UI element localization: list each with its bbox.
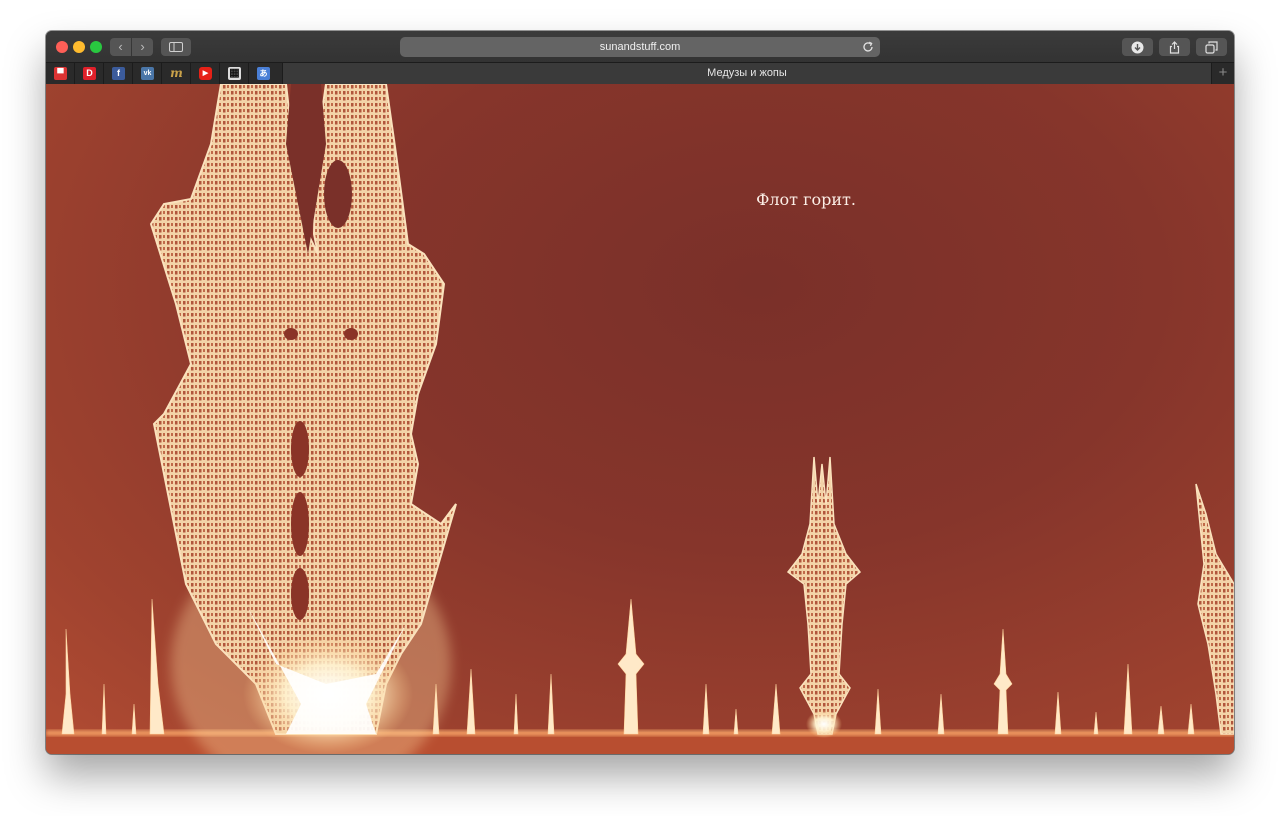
tabs-overview-icon (1205, 41, 1218, 54)
pinned-tab-facebook[interactable]: f (104, 63, 133, 84)
active-tab[interactable]: Медузы и жопы (283, 63, 1211, 84)
reload-icon[interactable] (861, 40, 875, 54)
page-caption: Флот горит. (756, 190, 856, 209)
browser-window: ‹ › sunandstuff.com ▀ D f vk m ▶ ▦ あ Мед… (46, 31, 1234, 754)
pinned-tab-vk[interactable]: vk (133, 63, 162, 84)
middle-fractal-tower (786, 456, 862, 738)
show-all-tabs-button[interactable] (1196, 38, 1227, 56)
address-bar[interactable]: sunandstuff.com (400, 37, 880, 57)
share-button[interactable] (1159, 38, 1190, 56)
meduza-icon: m (170, 66, 183, 80)
back-button[interactable]: ‹ (110, 38, 131, 56)
large-fractal-tower (149, 84, 457, 754)
sidebar-toggle-button[interactable] (161, 38, 191, 56)
pinned-tab-translate[interactable]: あ (249, 63, 283, 84)
youtube-icon: ▶ (199, 67, 212, 80)
active-tab-title: Медузы и жопы (707, 67, 787, 79)
share-icon (1169, 41, 1180, 54)
tab-bar: ▀ D f vk m ▶ ▦ あ Медузы и жопы + (46, 62, 1234, 84)
title-bar: ‹ › sunandstuff.com (46, 31, 1234, 62)
pinned-tab-youtube[interactable]: ▶ (191, 63, 220, 84)
vk-icon: vk (141, 67, 154, 80)
chevron-right-icon: › (140, 39, 145, 54)
right-fractal-tower (1195, 483, 1234, 735)
url-text: sunandstuff.com (599, 41, 681, 53)
translate-icon: あ (257, 67, 270, 80)
dirty-icon: D (83, 67, 96, 80)
sidebar-icon (169, 42, 183, 52)
pinned-tab-mail[interactable]: ▀ (46, 63, 75, 84)
facebook-icon: f (112, 67, 125, 80)
pinned-tab-meduza[interactable]: m (162, 63, 191, 84)
downloads-button[interactable] (1122, 38, 1153, 56)
mail-icon: ▀ (54, 67, 67, 80)
pinned-tab-dirty[interactable]: D (75, 63, 104, 84)
download-icon (1131, 41, 1144, 54)
qr-icon: ▦ (228, 67, 241, 80)
fractal-fleet-illustration (46, 84, 1234, 754)
minimize-window-button[interactable] (73, 41, 85, 53)
new-tab-button[interactable]: + (1211, 63, 1234, 84)
plus-icon: + (1218, 64, 1228, 81)
forward-button[interactable]: › (132, 38, 153, 56)
pinned-tab-qr[interactable]: ▦ (220, 63, 249, 84)
fullscreen-window-button[interactable] (90, 41, 102, 53)
chevron-left-icon: ‹ (118, 39, 123, 54)
page-content: Флот горит. (46, 84, 1234, 754)
close-window-button[interactable] (56, 41, 68, 53)
